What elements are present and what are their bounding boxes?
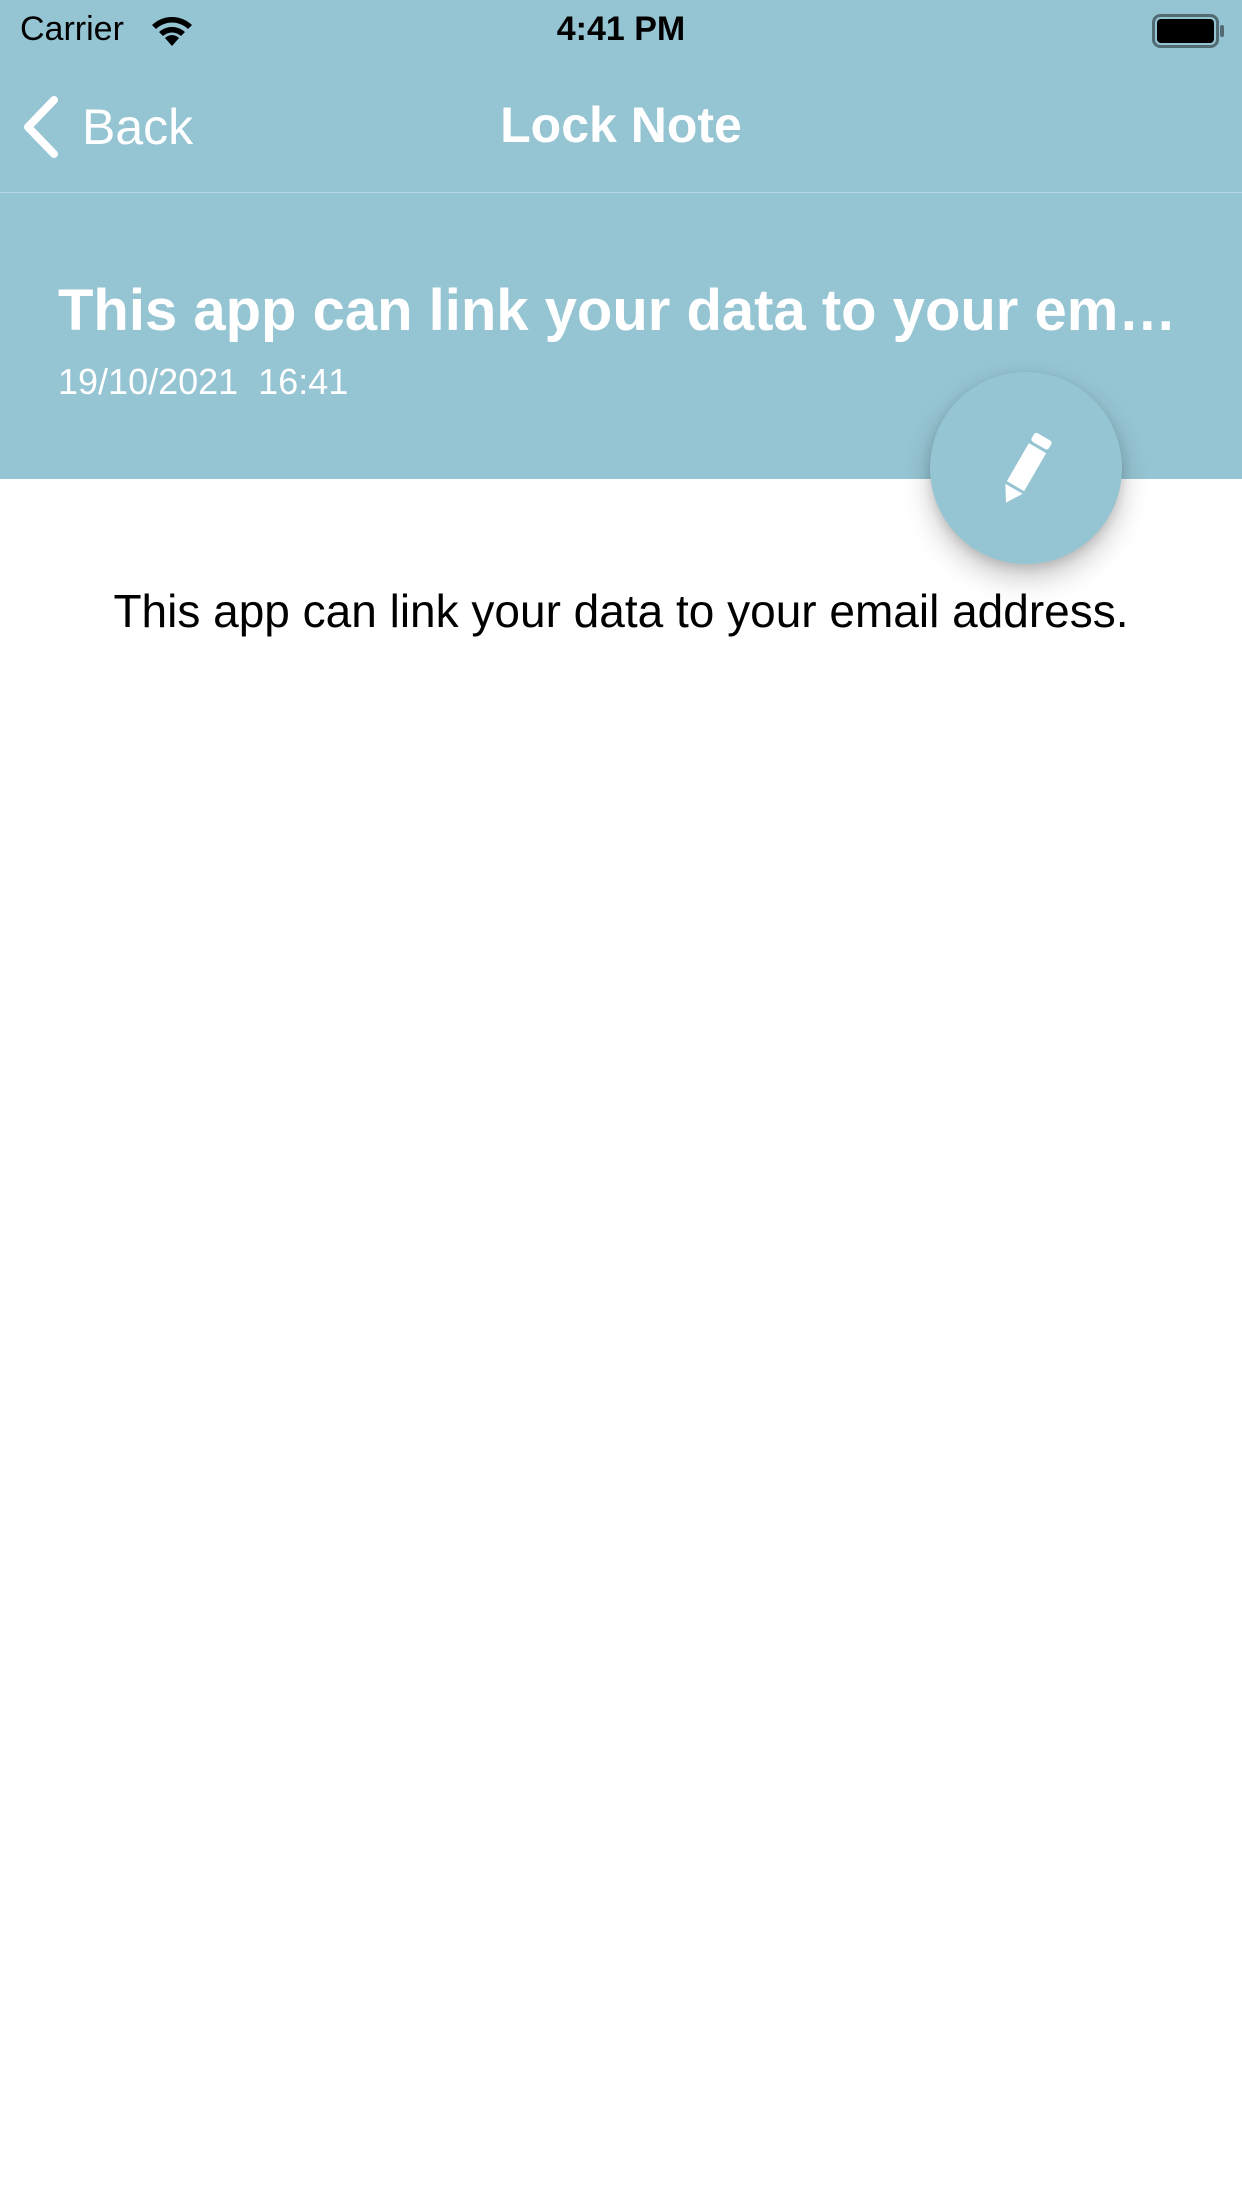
note-timestamp: 19/10/2021 16:41: [58, 361, 349, 402]
battery-icon: [1152, 14, 1224, 48]
edit-note-button[interactable]: [930, 372, 1122, 564]
page-title: Lock Note: [500, 97, 742, 153]
note-title: This app can link your data to your emai…: [58, 278, 1178, 343]
note-detail-screen: Carrier 4:41 PM Back Lock Note This app …: [0, 0, 1242, 2208]
navigation-header: Carrier 4:41 PM Back Lock Note: [0, 0, 1242, 193]
pencil-icon: [1005, 432, 1052, 503]
status-time: 4:41 PM: [556, 10, 686, 48]
note-body-text: This app can link your data to your emai…: [113, 585, 1129, 637]
status-bar: Carrier 4:41 PM: [0, 0, 1242, 62]
